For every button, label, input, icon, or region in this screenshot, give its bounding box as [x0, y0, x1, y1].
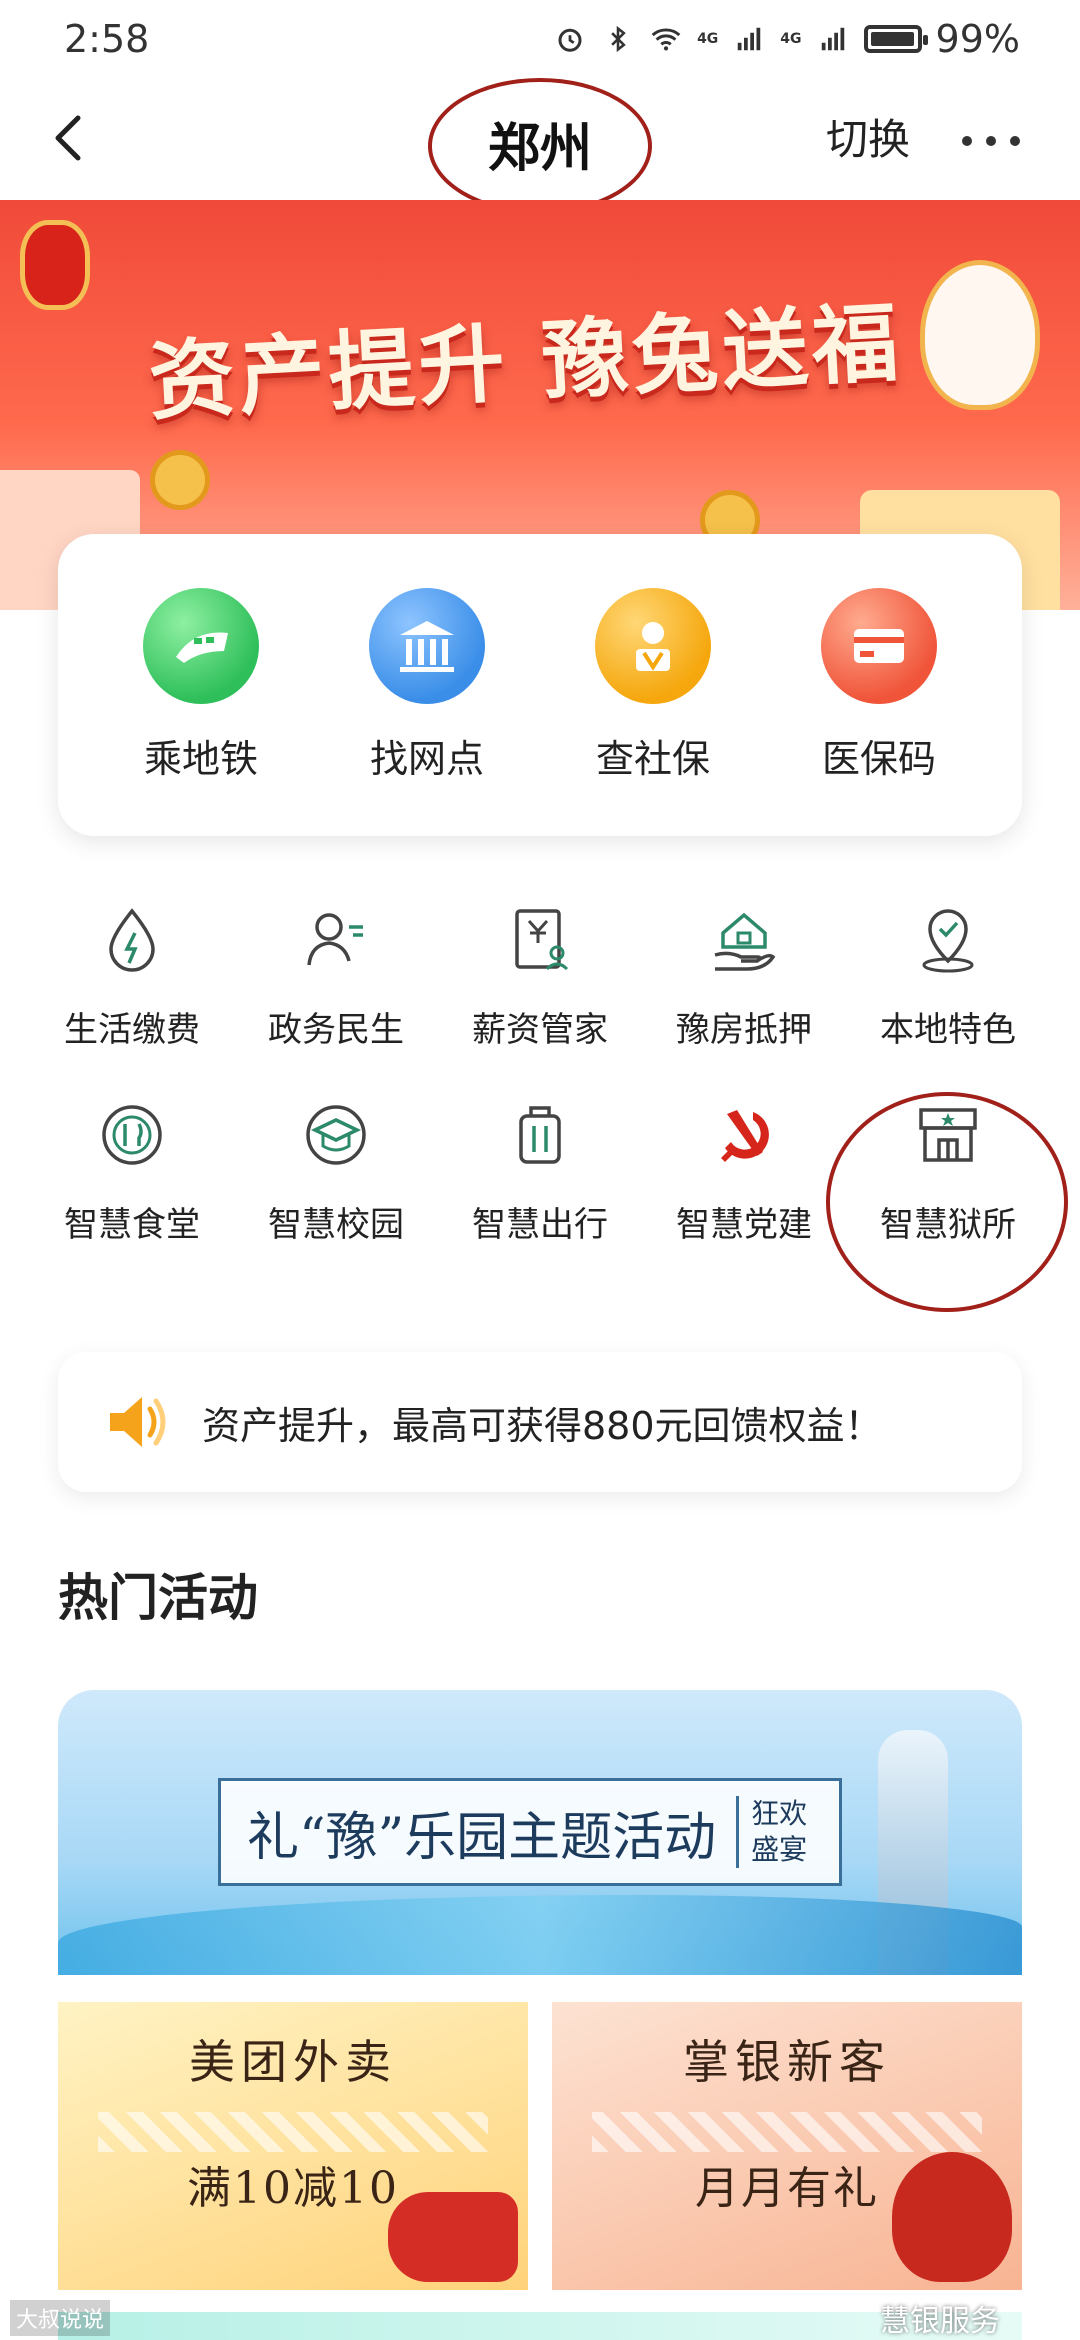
quick-item-social-security[interactable]: 查社保	[553, 587, 753, 783]
service-smart-canteen[interactable]: 智慧食堂	[30, 1095, 234, 1246]
service-label: 智慧党建	[676, 1205, 812, 1245]
bluetooth-icon	[601, 22, 635, 56]
watermark-right: 慧银服务	[880, 2304, 1000, 2339]
service-label: 豫房抵押	[676, 1010, 812, 1050]
nav-bar: 郑州 切换	[0, 78, 1080, 214]
quick-label: 找网点	[369, 736, 484, 781]
activity-banner-new-customer[interactable]: 掌银新客 月月有礼	[552, 2002, 1022, 2290]
service-label: 本地特色	[880, 1010, 1016, 1050]
service-label: 政务民生	[268, 1010, 404, 1050]
network-label-2: 4G	[780, 31, 802, 47]
watermark-left: 大叔说说	[10, 2300, 111, 2336]
quick-services-card: 乘地铁 找网点 查社保 医保码	[58, 534, 1022, 836]
bank-icon	[369, 587, 485, 704]
banner-title: 资产提升 豫兔送福	[146, 293, 905, 433]
wifi-icon	[649, 22, 683, 56]
lantern-icon	[20, 220, 90, 310]
service-smart-party[interactable]: 智慧党建	[642, 1095, 846, 1246]
service-government[interactable]: 政务民生	[234, 900, 438, 1051]
annotation-circle-title	[428, 78, 652, 214]
service-label: 智慧出行	[472, 1205, 608, 1245]
quick-item-metro[interactable]: 乘地铁	[101, 587, 301, 783]
more-dot-icon	[962, 136, 972, 146]
activity-right-sub: 月月有礼	[695, 2163, 879, 2214]
quick-label: 查社保	[595, 736, 710, 781]
status-time: 2:58	[64, 17, 150, 61]
social-security-icon	[595, 587, 711, 704]
more-dot-icon	[1010, 136, 1020, 146]
person-icon	[296, 900, 376, 980]
activity-left-sub: 满10减10	[187, 2163, 399, 2214]
activity-banner-partial[interactable]	[58, 2312, 1022, 2340]
speaker-icon	[102, 1387, 172, 1457]
signal-icon	[732, 22, 766, 56]
notice-bar[interactable]: 资产提升，最高可获得880元回馈权益！	[58, 1352, 1022, 1492]
more-menu-button[interactable]	[962, 136, 1020, 146]
diamond-decoration	[592, 2112, 982, 2152]
network-label-1: 4G	[697, 31, 719, 47]
switch-city-button[interactable]: 切换	[826, 106, 910, 167]
service-smart-campus[interactable]: 智慧校园	[234, 1095, 438, 1246]
activity-left-title: 美团外卖	[189, 2035, 397, 2089]
activity-right-title: 掌银新客	[683, 2035, 891, 2089]
location-pin-icon	[908, 900, 988, 980]
battery-icon	[863, 25, 928, 53]
notice-text: 资产提升，最高可获得880元回馈权益！	[202, 1403, 883, 1448]
signal-icon-2	[816, 22, 850, 56]
status-bar: 2:58 4G 4G 99%	[0, 0, 1080, 78]
graduation-cap-icon	[296, 1095, 376, 1175]
service-house-mortgage[interactable]: 豫房抵押	[642, 900, 846, 1051]
annotation-circle-prison	[826, 1092, 1068, 1312]
activity-banner-main[interactable]: 礼“豫”乐园主题活动 狂欢盛宴	[58, 1690, 1022, 1975]
card-icon	[821, 587, 937, 704]
service-label: 生活缴费	[64, 1010, 200, 1050]
service-row: 生活缴费 政务民生 薪资管家 豫房抵押 本地特色	[30, 900, 1050, 1051]
quick-item-branch[interactable]: 找网点	[327, 587, 527, 783]
status-icons: 4G 4G 99%	[553, 17, 1020, 61]
service-label: 薪资管家	[472, 1010, 608, 1050]
service-local-specialty[interactable]: 本地特色	[846, 900, 1050, 1051]
service-smart-travel[interactable]: 智慧出行	[438, 1095, 642, 1246]
activity-main-box: 礼“豫”乐园主题活动 狂欢盛宴	[218, 1778, 842, 1886]
battery-level-fill	[870, 32, 915, 46]
service-life-payment[interactable]: 生活缴费	[30, 900, 234, 1051]
activity-banner-meituan[interactable]: 美团外卖 满10减10	[58, 2002, 528, 2290]
hammer-sickle-icon	[704, 1095, 784, 1175]
coin-icon	[150, 450, 210, 510]
train-icon	[143, 587, 259, 704]
more-dot-icon	[986, 136, 996, 146]
activity-main-title: 礼“豫”乐园主题活动	[247, 1807, 717, 1868]
quick-label: 医保码	[821, 736, 936, 781]
luggage-icon	[500, 1095, 580, 1175]
activity-main-sub: 狂欢盛宴	[736, 1796, 816, 1868]
wave-decoration	[58, 1895, 1022, 1975]
section-title: 热门活动	[58, 1569, 258, 1627]
battery-percent: 99%	[935, 17, 1020, 61]
diamond-decoration	[98, 2112, 488, 2152]
alarm-icon	[553, 22, 587, 56]
service-label: 智慧食堂	[64, 1205, 200, 1245]
quick-label: 乘地铁	[143, 736, 258, 781]
rabbit-mascot-icon	[920, 260, 1040, 410]
salary-doc-icon	[500, 900, 580, 980]
service-label: 智慧校园	[268, 1205, 404, 1245]
house-hand-icon	[704, 900, 784, 980]
quick-item-medical-code[interactable]: 医保码	[779, 587, 979, 783]
water-drop-icon	[92, 900, 172, 980]
dining-icon	[92, 1095, 172, 1175]
service-salary[interactable]: 薪资管家	[438, 900, 642, 1051]
